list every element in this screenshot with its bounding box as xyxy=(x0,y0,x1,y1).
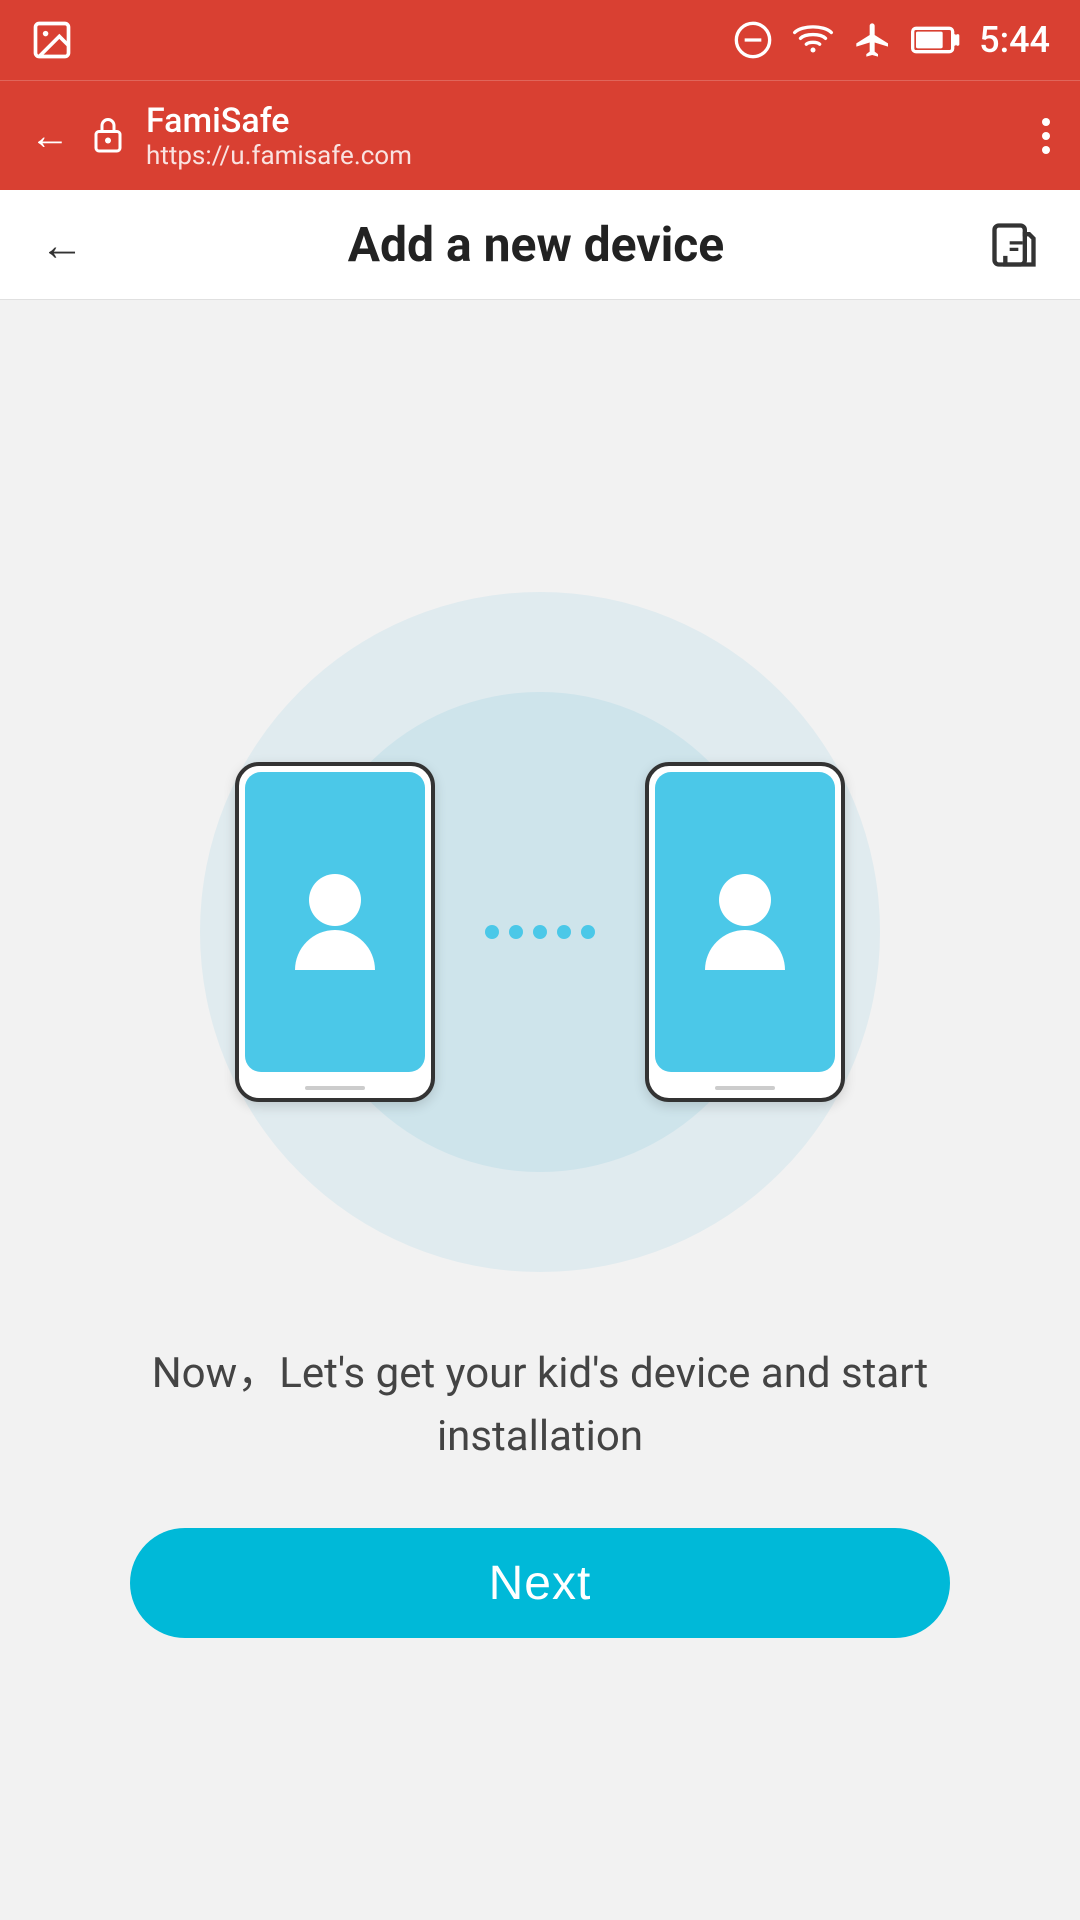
do-not-disturb-icon xyxy=(733,20,773,60)
wifi-icon xyxy=(791,20,835,60)
description-text: Now，Let's get your kid's device and star… xyxy=(110,1342,970,1468)
connection-dot-3 xyxy=(533,925,547,939)
child-person-icon xyxy=(705,874,785,970)
page-back-button[interactable]: ← xyxy=(40,219,84,271)
parent-person-head xyxy=(309,874,361,926)
child-phone-screen xyxy=(655,772,835,1072)
image-icon xyxy=(30,18,74,62)
lock-icon xyxy=(90,114,126,158)
status-bar-right: 5:44 xyxy=(733,19,1050,61)
child-person-head xyxy=(719,874,771,926)
connection-dot-5 xyxy=(581,925,595,939)
menu-dot-1 xyxy=(1042,118,1050,126)
browser-url: https://u.famisafe.com xyxy=(146,141,1022,171)
child-person-body xyxy=(705,930,785,970)
parent-phone-home-bar xyxy=(239,1078,431,1098)
next-button[interactable]: Next xyxy=(130,1528,950,1638)
connection-dots xyxy=(485,925,595,939)
browser-back-button[interactable]: ← xyxy=(30,112,70,159)
parent-person-icon xyxy=(295,874,375,970)
parent-phone-screen xyxy=(245,772,425,1072)
share-icon[interactable] xyxy=(988,219,1040,271)
menu-dot-2 xyxy=(1042,132,1050,140)
status-bar: 5:44 xyxy=(0,0,1080,80)
home-bar-line xyxy=(305,1086,365,1090)
parent-person-body xyxy=(295,930,375,970)
page-title: Add a new device xyxy=(348,216,724,273)
home-bar-line-2 xyxy=(715,1086,775,1090)
connection-dot-4 xyxy=(557,925,571,939)
menu-dot-3 xyxy=(1042,146,1050,154)
child-phone-home-bar xyxy=(649,1078,841,1098)
connection-dot-2 xyxy=(509,925,523,939)
main-content: Now，Let's get your kid's device and star… xyxy=(0,300,1080,1920)
illustration-container xyxy=(190,582,890,1282)
child-phone xyxy=(645,762,845,1102)
phones-row xyxy=(235,762,845,1102)
connection-dot-1 xyxy=(485,925,499,939)
battery-icon xyxy=(911,22,961,58)
page-header: ← Add a new device xyxy=(0,190,1080,300)
airplane-icon xyxy=(853,20,893,60)
parent-phone xyxy=(235,762,435,1102)
browser-menu-button[interactable] xyxy=(1042,118,1050,154)
browser-app-name: FamiSafe xyxy=(146,101,1022,141)
status-bar-left xyxy=(30,18,74,62)
browser-info: FamiSafe https://u.famisafe.com xyxy=(146,101,1022,171)
browser-bar: ← FamiSafe https://u.famisafe.com xyxy=(0,80,1080,190)
status-time: 5:44 xyxy=(979,19,1050,61)
